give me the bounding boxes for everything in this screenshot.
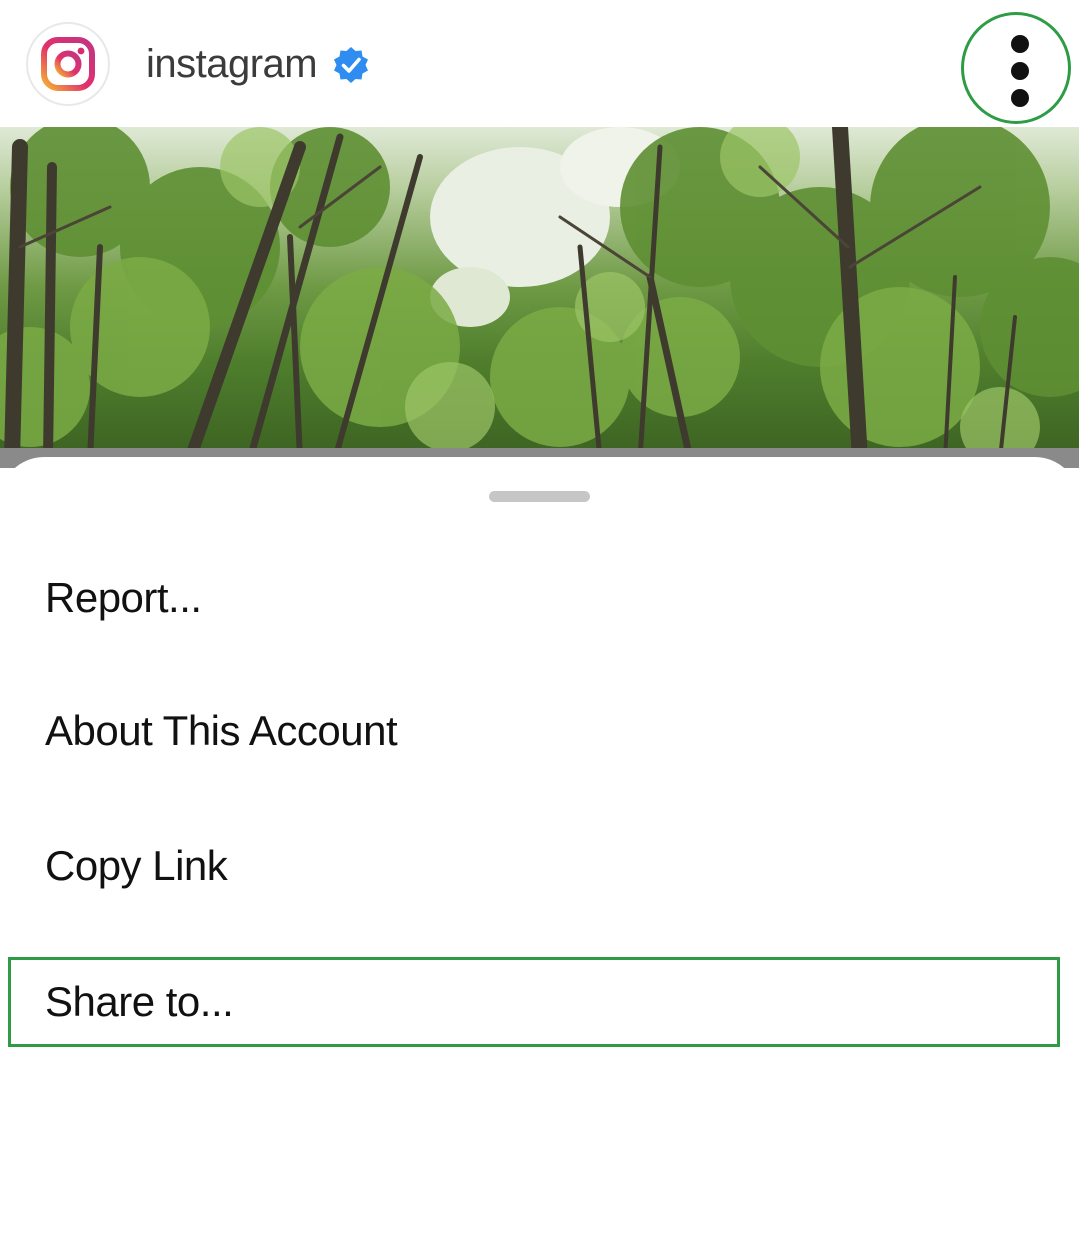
instagram-logo-icon xyxy=(41,37,95,91)
menu-item-copy-link[interactable]: Copy Link xyxy=(0,821,1079,911)
menu-item-report[interactable]: Report... xyxy=(0,553,1079,643)
avatar[interactable] xyxy=(26,22,110,106)
more-options-button[interactable] xyxy=(961,12,1071,124)
menu-item-label: Share to... xyxy=(45,978,234,1025)
instagram-post-screen: instagram Report... About This Account C… xyxy=(0,0,1079,1236)
menu-item-label: About This Account xyxy=(45,707,398,754)
menu-item-label: Report... xyxy=(45,574,202,621)
username[interactable]: instagram xyxy=(146,40,318,88)
verified-badge-icon xyxy=(334,47,368,83)
more-vertical-icon-dot xyxy=(1011,89,1029,107)
more-vertical-icon xyxy=(1011,35,1029,53)
menu-item-about-this-account[interactable]: About This Account xyxy=(0,686,1079,776)
forest-photo xyxy=(0,127,1079,459)
menu-item-share-to[interactable]: Share to... xyxy=(8,957,1060,1047)
more-vertical-icon-dot xyxy=(1011,62,1029,80)
drag-handle[interactable] xyxy=(489,491,590,502)
options-bottom-sheet: Report... About This Account Copy Link S… xyxy=(0,457,1079,1236)
menu-item-label: Copy Link xyxy=(45,842,228,889)
post-header: instagram xyxy=(0,0,1079,127)
post-image[interactable] xyxy=(0,127,1079,459)
